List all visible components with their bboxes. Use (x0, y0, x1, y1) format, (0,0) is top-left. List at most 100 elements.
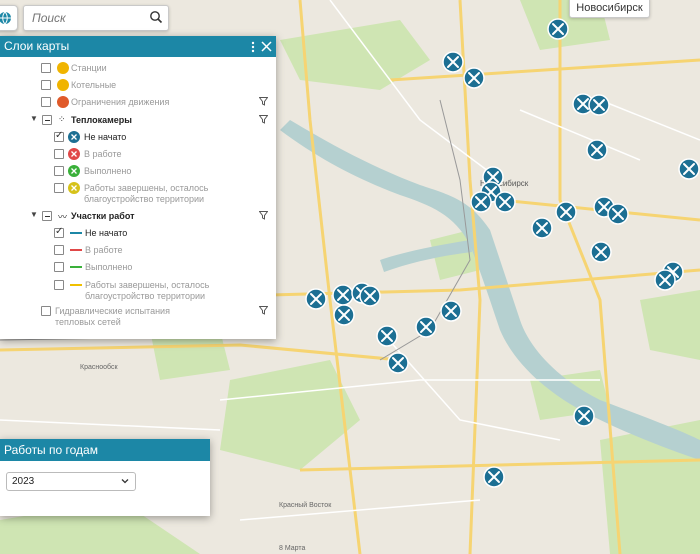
layer-checkbox[interactable] (54, 245, 64, 255)
layer-label: Котельные (71, 80, 117, 90)
layers-panel-title: Слои карты (4, 39, 70, 53)
layer-checkbox[interactable] (42, 115, 52, 125)
filter-icon[interactable] (258, 115, 269, 126)
layers-panel: Слои карты Станции Котельные Ограничения д… (0, 36, 276, 339)
close-icon[interactable] (261, 41, 272, 52)
station-icon (57, 62, 69, 74)
filter-icon[interactable] (258, 97, 269, 108)
layer-label: Выполнено (84, 166, 132, 176)
work-marker-icon[interactable] (586, 139, 608, 161)
layer-row[interactable]: Работы завершены, осталось благоустройств… (0, 277, 276, 301)
more-icon[interactable] (251, 41, 255, 53)
work-marker-icon[interactable] (442, 51, 464, 73)
work-marker-icon[interactable] (678, 158, 700, 180)
work-marker-icon[interactable] (607, 203, 629, 225)
marker-icon (68, 148, 80, 160)
work-marker-icon[interactable] (305, 288, 327, 310)
work-marker-icon[interactable] (555, 201, 577, 223)
layer-row[interactable]: Котельные (0, 77, 276, 94)
layer-row[interactable]: Не начато (0, 129, 276, 146)
collapse-toggle-icon[interactable]: ▼ (30, 114, 38, 123)
layer-checkbox[interactable] (41, 97, 51, 107)
layer-checkbox[interactable] (54, 226, 64, 238)
work-marker-icon[interactable] (387, 352, 409, 374)
filter-icon[interactable] (258, 211, 269, 222)
work-marker-icon[interactable] (332, 284, 354, 306)
layer-list: Станции Котельные Ограничения движения ▼ ⁘ Те… (0, 57, 276, 327)
layer-row[interactable]: Работы завершены, осталось благоустройств… (0, 180, 276, 204)
marker-icon (68, 165, 80, 177)
work-marker-icon[interactable] (590, 241, 612, 263)
years-panel-title: Работы по годам (4, 443, 98, 457)
layer-checkbox[interactable] (41, 80, 51, 90)
marker-icon (68, 182, 80, 194)
collapse-toggle-icon[interactable]: ▼ (30, 210, 38, 219)
layer-label-line2: тепловых сетей (55, 317, 121, 327)
work-marker-icon[interactable] (588, 94, 610, 116)
work-marker-icon[interactable] (415, 316, 437, 338)
restriction-icon (57, 96, 69, 108)
layer-checkbox[interactable] (54, 280, 64, 290)
layer-checkbox[interactable] (41, 306, 51, 316)
layer-row[interactable]: Не начато (0, 225, 276, 242)
work-marker-icon[interactable] (463, 67, 485, 89)
work-marker-icon[interactable] (531, 217, 553, 239)
layer-label-line2: благоустройство территории (85, 291, 206, 301)
layer-row[interactable]: Ограничения движения (0, 94, 276, 111)
work-marker-icon[interactable] (376, 325, 398, 347)
work-marker-icon[interactable] (654, 269, 676, 291)
layer-label: Ограничения движения (71, 97, 170, 107)
layer-row[interactable]: В работе (0, 146, 276, 163)
search-icon[interactable] (149, 10, 163, 24)
work-marker-icon[interactable] (359, 285, 381, 307)
layer-label: В работе (85, 245, 123, 255)
years-panel-header: Работы по годам (0, 439, 210, 461)
zigzag-icon: 〰 (58, 212, 68, 222)
chevron-down-icon (121, 479, 129, 484)
layer-label: Работы завершены, осталось (84, 183, 209, 193)
work-marker-icon[interactable] (547, 18, 569, 40)
layer-row[interactable]: ▼ 〰 Участки работ (0, 208, 276, 225)
work-marker-icon[interactable] (470, 191, 492, 213)
layer-label: Участки работ (71, 211, 135, 221)
legend-line-icon (70, 266, 82, 268)
layer-row[interactable]: ▼ ⁘ Теплокамеры (0, 112, 276, 129)
work-marker-icon[interactable] (483, 466, 505, 488)
layer-row[interactable]: В работе (0, 242, 276, 259)
layer-label-line2: благоустройство территории (84, 194, 205, 204)
boiler-icon (57, 79, 69, 91)
work-marker-icon[interactable] (573, 405, 595, 427)
filter-icon[interactable] (258, 306, 269, 317)
city-label[interactable]: Новосибирск (569, 0, 650, 18)
layer-label: Теплокамеры (71, 115, 132, 125)
legend-line-icon (70, 284, 82, 286)
layer-checkbox[interactable] (41, 63, 51, 73)
work-marker-icon[interactable] (440, 300, 462, 322)
place-label-2: Красный Восток (279, 501, 332, 509)
legend-line-icon (70, 232, 82, 234)
layer-label: Гидравлические испытания (55, 306, 170, 316)
marker-icon (68, 131, 80, 143)
year-select-value: 2023 (12, 476, 35, 487)
layer-checkbox[interactable] (54, 183, 64, 193)
search-box (23, 5, 169, 31)
layer-row[interactable]: Станции (0, 60, 276, 77)
layer-checkbox[interactable] (54, 130, 64, 142)
layer-checkbox[interactable] (54, 262, 64, 272)
layer-checkbox[interactable] (54, 166, 64, 176)
year-select[interactable]: 2023 (6, 472, 136, 491)
layer-checkbox[interactable] (42, 211, 52, 221)
layer-row[interactable]: Выполнено (0, 163, 276, 180)
layer-label: Не начато (84, 132, 127, 142)
layer-checkbox[interactable] (54, 149, 64, 159)
layer-row[interactable]: Гидравлические испытания тепловых сетей (0, 303, 276, 327)
globe-icon (0, 11, 11, 25)
place-label-3: 8 Марта (279, 545, 306, 552)
dots-icon: ⁘ (58, 114, 66, 124)
work-marker-icon[interactable] (494, 191, 516, 213)
layer-row[interactable]: Выполнено (0, 259, 276, 276)
work-marker-icon[interactable] (333, 304, 355, 326)
legend-line-icon (70, 249, 82, 251)
globe-button[interactable] (0, 5, 18, 31)
search-input[interactable] (24, 6, 142, 30)
